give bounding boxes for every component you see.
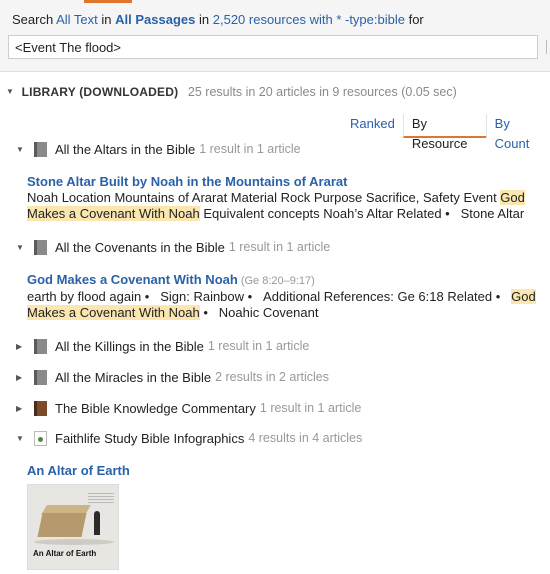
search-prefix: Search xyxy=(12,12,54,27)
resource-count: 1 result in 1 article xyxy=(228,240,331,254)
search-panel: Search All Text in All Passages in 2,520… xyxy=(0,0,550,72)
chevron-down-icon[interactable]: ▼ xyxy=(16,434,28,443)
resource-count: 1 result in 1 article xyxy=(207,339,310,353)
search-input[interactable] xyxy=(8,35,538,59)
search-in-2: in xyxy=(199,12,210,27)
snippet-text: Stone Altar xyxy=(460,206,525,221)
snippet-text: Noah Location Mountains of Ararat Materi… xyxy=(27,190,501,205)
active-tab-indicator xyxy=(84,0,132,3)
article-reference[interactable]: (Ge 8:20–9:17) xyxy=(241,275,315,287)
snippet-text: Equivalent concepts Noah’s Altar Related… xyxy=(199,206,450,221)
resource-count: 1 result in 1 article xyxy=(259,401,362,415)
resource-row-infographics[interactable]: ▼ Faithlife Study Bible Infographics 4 r… xyxy=(16,428,362,448)
search-result-infographic: An Altar of Earth xyxy=(27,463,547,479)
infographic-thumbnail[interactable]: An Altar of Earth xyxy=(27,484,119,570)
article-title-link[interactable]: God Makes a Covenant With Noah xyxy=(27,272,238,287)
library-stats: 25 results in 20 articles in 9 resources… xyxy=(187,84,457,99)
scope-passages-link[interactable]: All Passages xyxy=(115,12,195,27)
book-icon xyxy=(34,338,47,354)
book-icon xyxy=(34,141,47,157)
tab-by-resource[interactable]: By Resource xyxy=(402,114,486,151)
chevron-right-icon[interactable]: ▶ xyxy=(16,373,28,382)
resource-title[interactable]: Faithlife Study Bible Infographics xyxy=(55,431,244,446)
resources-link[interactable]: 2,520 resources with * -type:bible xyxy=(213,12,405,27)
resource-count: 1 result in 1 article xyxy=(199,142,301,156)
resource-row-covenants[interactable]: ▼ All the Covenants in the Bible 1 resul… xyxy=(16,237,330,257)
chevron-down-icon[interactable]: ▼ xyxy=(16,243,28,252)
snippet-text: Additional References: Ge 6:18 Related • xyxy=(263,289,501,304)
search-result-covenant: God Makes a Covenant With Noah (Ge 8:20–9… xyxy=(27,272,547,321)
ground-shadow xyxy=(34,539,114,545)
article-title-link[interactable]: Stone Altar Built by Noah in the Mountai… xyxy=(27,174,547,190)
book-icon xyxy=(34,239,47,255)
chevron-right-icon[interactable]: ▶ xyxy=(16,342,28,351)
scope-text-link[interactable]: All Text xyxy=(56,12,98,27)
resource-title[interactable]: The Bible Knowledge Commentary xyxy=(55,401,256,416)
search-in-1: in xyxy=(101,12,112,27)
library-title: LIBRARY (DOWNLOADED) xyxy=(21,84,179,99)
chevron-right-icon[interactable]: ▶ xyxy=(16,404,28,413)
resource-row-bkc[interactable]: ▶ The Bible Knowledge Commentary 1 resul… xyxy=(16,398,361,418)
resource-count: 2 results in 2 articles xyxy=(215,370,330,384)
tab-by-count[interactable]: By Count xyxy=(485,114,550,151)
book-icon xyxy=(34,430,47,446)
resource-count: 4 results in 4 articles xyxy=(248,431,363,445)
book-icon xyxy=(34,369,47,385)
thumbnail-caption: An Altar of Earth xyxy=(33,549,97,558)
chevron-down-icon[interactable]: ▼ xyxy=(6,87,16,96)
snippet-text: Sign: Rainbow • xyxy=(160,289,253,304)
resource-row-miracles[interactable]: ▶ All the Miracles in the Bible 2 result… xyxy=(16,367,329,387)
resource-title[interactable]: All the Altars in the Bible xyxy=(55,142,195,157)
chevron-down-icon[interactable]: ▼ xyxy=(16,145,28,154)
snippet-text: Noahic Covenant xyxy=(218,305,319,320)
book-icon xyxy=(34,400,47,416)
resource-title[interactable]: All the Killings in the Bible xyxy=(55,339,204,354)
search-description: Search All Text in All Passages in 2,520… xyxy=(12,12,424,27)
article-snippet: Noah Location Mountains of Ararat Materi… xyxy=(27,190,547,222)
resource-title[interactable]: All the Covenants in the Bible xyxy=(55,240,225,255)
person-figure xyxy=(94,511,100,535)
tab-ranked[interactable]: Ranked xyxy=(342,114,403,138)
search-result-altar: Stone Altar Built by Noah in the Mountai… xyxy=(27,174,547,222)
resource-row-altars[interactable]: ▼ All the Altars in the Bible 1 result i… xyxy=(16,139,301,159)
resource-title[interactable]: All the Miracles in the Bible xyxy=(55,370,211,385)
article-title-link[interactable]: An Altar of Earth xyxy=(27,463,547,479)
article-snippet: earth by flood again • Sign: Rainbow • A… xyxy=(27,289,547,321)
sort-tabs: Ranked By Resource By Count xyxy=(342,114,550,151)
resource-row-killings[interactable]: ▶ All the Killings in the Bible 1 result… xyxy=(16,336,309,356)
snippet-text: • xyxy=(203,305,208,320)
library-section-header[interactable]: ▼ LIBRARY (DOWNLOADED) 25 results in 20 … xyxy=(6,83,457,99)
thumbnail-text-block xyxy=(88,493,114,505)
snippet-text: earth by flood again • xyxy=(27,289,150,304)
altar-shape xyxy=(37,513,87,537)
search-suffix: for xyxy=(408,12,424,27)
panel-edge-handle xyxy=(546,40,550,54)
